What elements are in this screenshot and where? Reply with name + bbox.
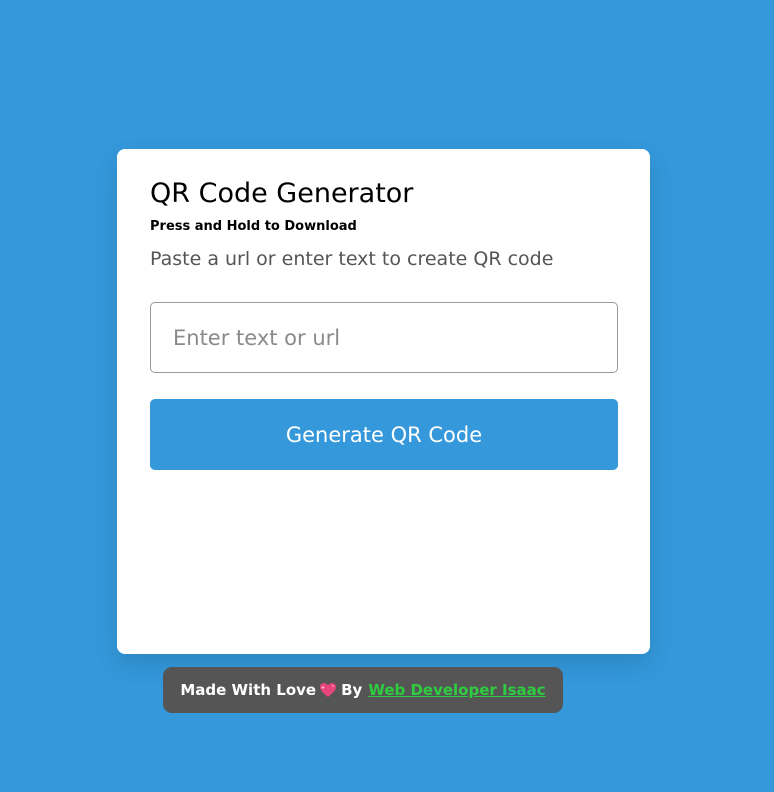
- credit-by: By: [341, 681, 363, 699]
- text-input-wrapper: [150, 302, 618, 373]
- sparkling-heart-icon: [319, 682, 337, 698]
- instructions-text: Paste a url or enter text to create QR c…: [150, 248, 554, 270]
- credit-footer: Made With Love By Web Developer Isaac: [163, 667, 563, 713]
- generate-qr-button[interactable]: Generate QR Code: [150, 399, 618, 470]
- text-or-url-input[interactable]: [150, 302, 618, 373]
- download-hint: Press and Hold to Download: [150, 219, 357, 234]
- author-link[interactable]: Web Developer Isaac: [368, 681, 545, 699]
- credit-prefix: Made With Love: [180, 681, 317, 699]
- page-title: QR Code Generator: [150, 178, 414, 209]
- qr-generator-card: QR Code Generator Press and Hold to Down…: [117, 149, 650, 654]
